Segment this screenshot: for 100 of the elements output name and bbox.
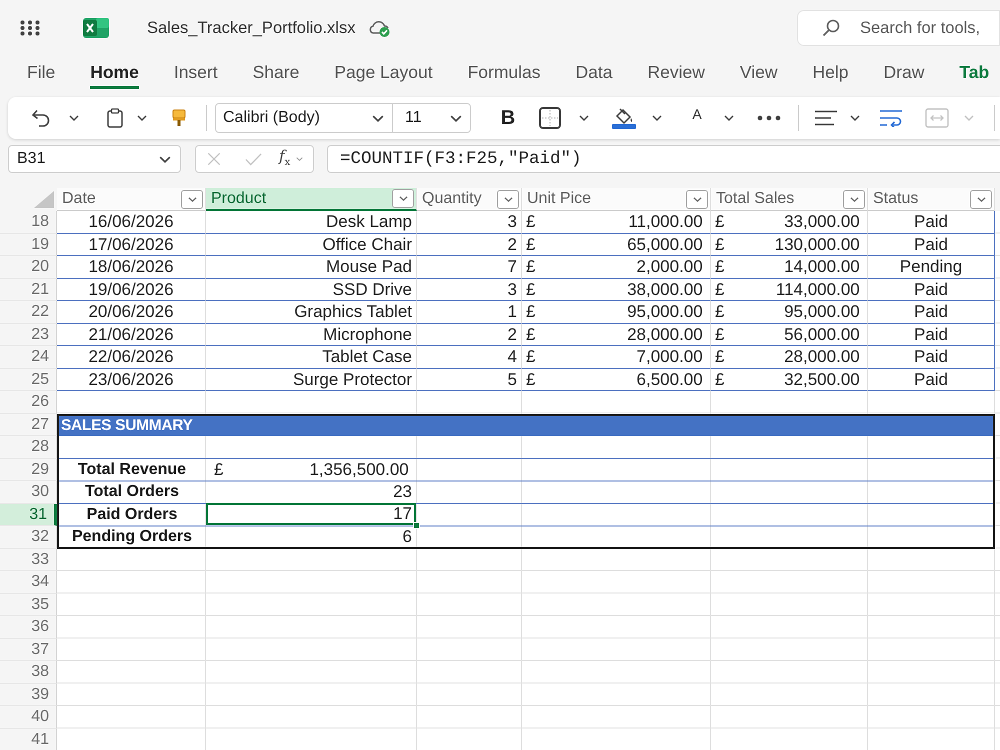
table-cell-text: Paid Orders (86, 504, 178, 524)
table-cell-text: Pending Orders (70, 527, 194, 547)
table-cell: 17/06/2026 (57, 234, 206, 256)
column-header[interactable]: Status (868, 188, 995, 211)
caret-icon (372, 114, 384, 122)
table-cell: Pending (868, 256, 995, 278)
caret-icon (504, 196, 512, 202)
cloud-check-icon (367, 19, 392, 37)
column-label: Total Sales (716, 190, 794, 208)
fill-handle[interactable] (413, 522, 420, 529)
table-cell: £ 130,000.00 (711, 234, 868, 256)
table-cell: 23/06/2026 (57, 368, 206, 391)
table-cell-text: £ 1,356,500.00 (213, 458, 410, 480)
filter-button[interactable] (970, 190, 992, 208)
font-size-dropdown[interactable]: 11 (392, 103, 471, 133)
file-name: Sales_Tracker_Portfolio.xlsx (147, 18, 356, 38)
caret-icon[interactable] (652, 115, 662, 121)
filter-button[interactable] (843, 190, 865, 208)
ribbon-tab[interactable]: Share (252, 60, 300, 89)
ribbon-tab[interactable]: Data (576, 60, 612, 89)
paintbrush-icon[interactable] (172, 109, 186, 127)
clipboard-icon[interactable] (107, 108, 123, 128)
ribbon-tab[interactable]: Formulas (468, 60, 541, 89)
caret-icon (850, 196, 858, 202)
insert-function-button[interactable]: f$_{x}$ (279, 146, 290, 172)
align-text-icon[interactable] (815, 110, 837, 126)
table-cell: Paid (868, 211, 995, 234)
ribbon-tab[interactable]: File (27, 60, 56, 89)
caret-icon[interactable] (69, 115, 79, 121)
caret-icon (159, 156, 171, 162)
table-cell: £ 38,000.00 (522, 278, 711, 301)
fill-color-icon[interactable] (612, 107, 636, 129)
table-cell: 5 (417, 368, 522, 391)
table-cell: £ 28,000.00 (522, 324, 711, 346)
caret-icon[interactable] (724, 115, 734, 121)
caret-icon (450, 114, 462, 122)
font-color-button[interactable]: A (690, 107, 704, 121)
row-header[interactable]: 31 (0, 504, 57, 526)
table-cell: £ 32,500.00 (711, 368, 868, 391)
name-box[interactable]: B31 (8, 145, 181, 173)
ribbon-tab[interactable]: View (740, 60, 778, 89)
table-cell: Paid (868, 278, 995, 301)
column-header[interactable]: Product (206, 188, 417, 211)
table-cell: £ 114,000.00 (711, 278, 868, 301)
column-header[interactable]: Total Sales (711, 188, 868, 211)
table-cell-text: Total Orders (84, 482, 180, 502)
section-header: SALES SUMMARY (59, 416, 993, 436)
table-cell: 21/06/2026 (57, 324, 206, 346)
column-header[interactable]: Date (57, 188, 206, 211)
ribbon-tab[interactable]: Help (812, 60, 849, 89)
table-cell: 17 (206, 502, 416, 525)
table-cell: Paid (868, 234, 995, 256)
column-label: Unit Pice (527, 190, 592, 208)
table-cell: Office Chair (206, 234, 417, 256)
table-cell-text: Total Revenue (76, 460, 188, 480)
table-cell: Microphone (206, 324, 417, 346)
app-launcher-icon[interactable] (20, 20, 40, 36)
ribbon-tab[interactable]: Page Layout (334, 60, 433, 89)
ribbon-tab[interactable]: Insert (174, 60, 218, 89)
wrap-text-icon[interactable] (879, 109, 903, 127)
table-cell: 3 (417, 278, 522, 301)
column-label: Date (62, 190, 96, 208)
table-cell: Paid (868, 324, 995, 346)
column-header[interactable]: Unit Pice (522, 188, 711, 211)
search-field[interactable]: Search for tools, (797, 10, 1000, 46)
table-cell: 19/06/2026 (57, 278, 206, 301)
caret-icon[interactable] (579, 115, 589, 121)
filter-button[interactable] (686, 190, 708, 208)
caret-icon[interactable] (850, 115, 860, 121)
caret-icon (692, 196, 702, 202)
table-cell: £ 65,000.00 (522, 234, 711, 256)
ribbon-tab[interactable]: Tab (959, 60, 990, 89)
column-label: Product (211, 190, 266, 208)
table-cell-text: 6 (402, 526, 413, 548)
table-cell: 2 (417, 324, 522, 346)
more-icon[interactable] (757, 115, 781, 121)
borders-icon[interactable] (539, 107, 561, 129)
column-header[interactable]: Quantity (417, 188, 522, 211)
filter-button[interactable] (392, 189, 414, 208)
caret-icon (976, 196, 986, 202)
caret-icon (398, 196, 408, 201)
ribbon-tab[interactable]: Draw (884, 60, 924, 89)
table-cell: £ 6,500.00 (522, 368, 711, 391)
font-name-dropdown[interactable]: Calibri (Body) (215, 103, 393, 133)
table-cell: Paid (868, 368, 995, 391)
app-logo-icon (83, 18, 109, 38)
filter-button[interactable] (497, 190, 519, 208)
caret-icon[interactable] (137, 115, 147, 121)
table-cell-text: 23 (392, 481, 413, 502)
search-icon (822, 19, 840, 37)
column-label: Status (873, 190, 918, 208)
column-label: Quantity (422, 190, 482, 208)
ribbon-tab[interactable]: Review (648, 60, 705, 89)
formula-field[interactable]: =COUNTIF(F3:F25,"Paid") (327, 145, 1000, 173)
table-cell: Surge Protector (206, 368, 417, 391)
filter-button[interactable] (181, 190, 203, 208)
undo-icon[interactable] (31, 109, 51, 127)
table-cell: Paid (868, 346, 995, 368)
ribbon-tab[interactable]: Home (90, 60, 139, 89)
bold-button[interactable]: B (498, 106, 518, 130)
